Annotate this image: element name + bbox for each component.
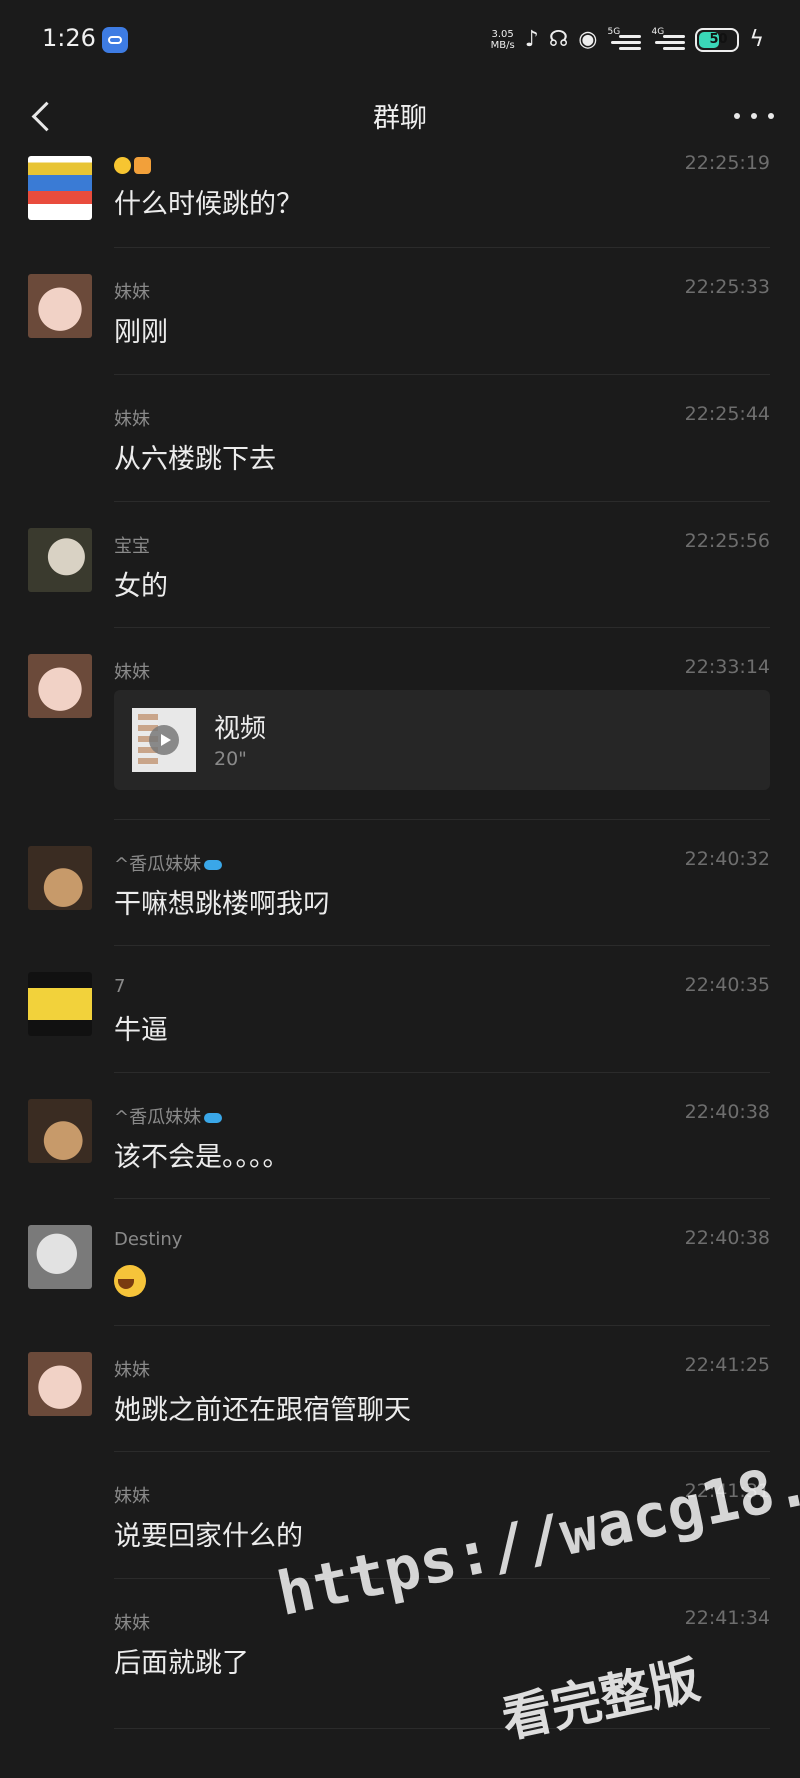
status-bar: 1:26 3.05 MB/s ♪ ☊ ◉ 5G 4G 50 ϟ xyxy=(0,0,800,84)
message-text: 女的 xyxy=(114,571,168,602)
dolphin-emoji-icon xyxy=(204,860,223,870)
sender-name: 妹妹 xyxy=(114,282,150,303)
message-text: 什么时候跳的？ xyxy=(114,189,303,220)
message-text: 牛逼 xyxy=(114,1015,168,1046)
link-app-icon xyxy=(102,27,128,53)
message-text: 刚刚 xyxy=(114,317,168,348)
status-icons: 3.05 MB/s ♪ ☊ ◉ 5G 4G 50 ϟ xyxy=(491,22,764,58)
message-time: 22:25:44 xyxy=(684,403,770,425)
more-dot-icon xyxy=(768,113,774,119)
signal-4g-icon: 4G xyxy=(651,27,686,53)
avatar[interactable] xyxy=(28,156,92,220)
page-title: 群聊 xyxy=(373,103,427,134)
music-note-icon: ♪ xyxy=(524,27,539,52)
play-icon[interactable] xyxy=(149,725,179,755)
hotspot-icon: ◉ xyxy=(578,27,598,52)
avatar[interactable] xyxy=(28,528,92,592)
message-text: 她跳之前还在跟宿管聊天 xyxy=(114,1395,411,1426)
message-item[interactable]: 妹妹 22:33:14 视频 20" xyxy=(0,628,800,820)
sender-name: 妹妹 xyxy=(114,1486,150,1507)
message-text: 从六楼跳下去 xyxy=(114,444,276,475)
status-time: 1:26 xyxy=(42,24,96,52)
network-speed: 3.05 MB/s xyxy=(490,29,515,51)
message-time: 22:41:34 xyxy=(684,1607,770,1629)
sender-name: 妹妹 xyxy=(114,409,150,430)
sender-name: 妹妹 xyxy=(114,662,150,683)
message-time: 22:25:56 xyxy=(684,530,770,552)
video-duration: 20" xyxy=(214,748,247,770)
message-item[interactable]: ^香瓜妹妹 22:40:38 该不会是。。。。 xyxy=(0,1073,800,1199)
more-dot-icon xyxy=(751,113,757,119)
sender-name: 妹妹 xyxy=(114,1613,150,1634)
avatar[interactable] xyxy=(28,1099,92,1163)
message-text: 干嘛想跳楼啊我叼 xyxy=(114,889,330,920)
hugging-emoji-icon xyxy=(134,156,151,174)
chat-header: 群聊 xyxy=(0,84,800,152)
message-time: 22:33:14 xyxy=(684,656,770,678)
nfc-icon: ☊ xyxy=(548,27,569,52)
sunglasses-emoji-icon xyxy=(114,156,131,174)
message-item[interactable]: 22:25:19 什么时候跳的？ xyxy=(0,152,800,248)
more-dot-icon xyxy=(734,113,740,119)
video-thumbnail[interactable] xyxy=(132,708,196,772)
message-time: 22:25:19 xyxy=(684,152,770,174)
charging-icon: ϟ xyxy=(749,27,764,52)
avatar[interactable] xyxy=(28,654,92,718)
message-time: 22:40:38 xyxy=(684,1101,770,1123)
avatar[interactable] xyxy=(28,972,92,1036)
message-text: 后面就跳了 xyxy=(114,1648,249,1679)
sender-name: 宝宝 xyxy=(114,536,150,557)
avatar[interactable] xyxy=(28,1352,92,1416)
video-title: 视频 xyxy=(214,714,267,744)
message-item[interactable]: 妹妹 22:41:25 她跳之前还在跟宿管聊天 xyxy=(0,1326,800,1452)
message-time: 22:40:32 xyxy=(684,848,770,870)
message-text: 说要回家什么的 xyxy=(114,1521,303,1552)
message-time: 22:40:38 xyxy=(684,1227,770,1249)
sender-name: 妹妹 xyxy=(114,1360,150,1381)
message-item[interactable]: ^香瓜妹妹 22:40:32 干嘛想跳楼啊我叼 xyxy=(0,820,800,946)
avatar[interactable] xyxy=(28,846,92,910)
message-time: 22:25:33 xyxy=(684,276,770,298)
video-card[interactable]: 视频 20" xyxy=(114,690,770,790)
sender-name: Destiny xyxy=(114,1229,183,1250)
message-item[interactable]: 宝宝 22:25:56 女的 xyxy=(0,502,800,628)
battery-icon: 50 xyxy=(695,28,740,52)
sender-name: ^香瓜妹妹 xyxy=(114,1103,223,1129)
divider xyxy=(114,1728,770,1729)
avatar[interactable] xyxy=(28,1225,92,1289)
sender-name: 7 xyxy=(114,976,126,997)
message-item[interactable]: Destiny 22:40:38 xyxy=(0,1199,800,1326)
message-text: 该不会是。。。。 xyxy=(114,1142,290,1173)
more-options-button[interactable] xyxy=(734,100,774,132)
dolphin-emoji-icon xyxy=(204,1113,223,1123)
laughing-crying-emoji-icon xyxy=(114,1265,146,1297)
message-time: 22:41:25 xyxy=(684,1354,770,1376)
sender-name: ^香瓜妹妹 xyxy=(114,850,223,876)
message-item[interactable]: 7 22:40:35 牛逼 xyxy=(0,946,800,1073)
signal-5g-icon: 5G xyxy=(607,27,642,53)
avatar[interactable] xyxy=(28,274,92,338)
message-time: 22:40:35 xyxy=(684,974,770,996)
message-item[interactable]: 妹妹 22:25:33 刚刚 xyxy=(0,248,800,375)
sender-name xyxy=(114,154,154,175)
message-item[interactable]: 妹妹 22:25:44 从六楼跳下去 xyxy=(0,375,800,502)
